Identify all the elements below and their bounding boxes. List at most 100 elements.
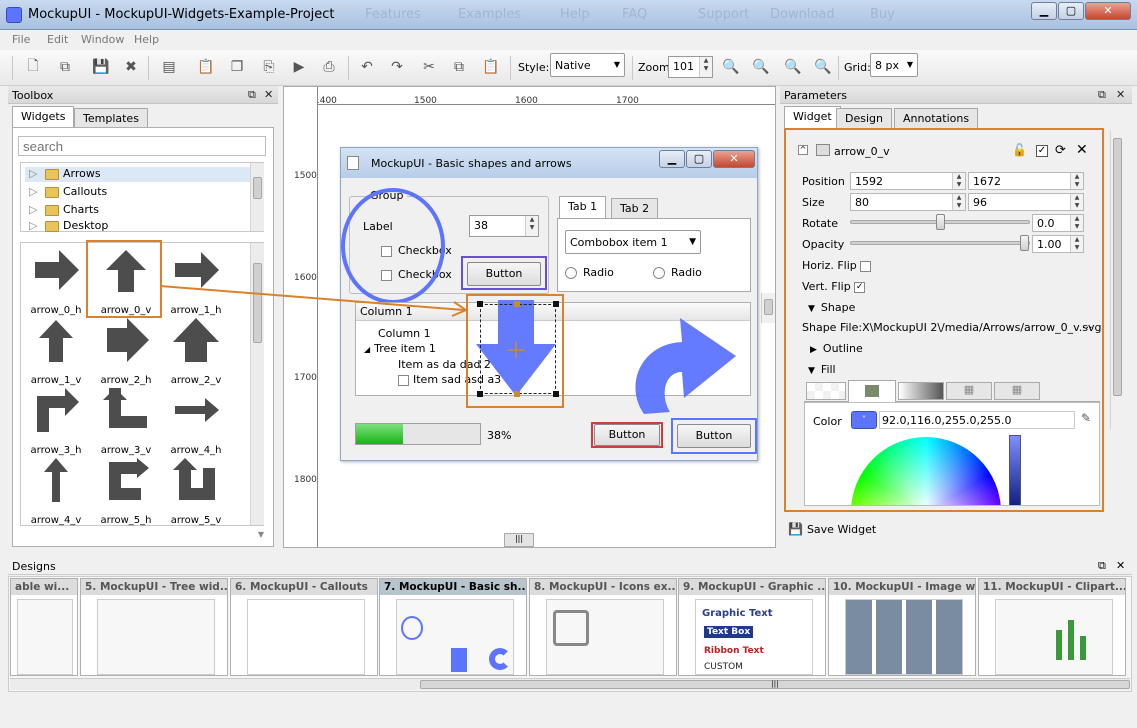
mockup-close-button[interactable]: ✕ <box>713 150 755 168</box>
widget-arrow-3-v[interactable]: arrow_3_v <box>96 388 156 456</box>
spin-arrows-icon[interactable]: ▲ ▼ <box>525 216 538 236</box>
canvas-hscroll-thumb[interactable]: ||| <box>504 533 534 547</box>
menu-help[interactable]: Help <box>134 33 159 46</box>
widget-arrow-2-v[interactable]: arrow_2_v <box>166 318 226 386</box>
print-icon[interactable]: ⎙ <box>318 57 340 77</box>
spin-arrows-icon[interactable]: ▲ ▼ <box>1070 215 1083 231</box>
save-icon[interactable]: 💾 <box>90 57 112 77</box>
mockup-maximize-button[interactable]: ▢ <box>686 150 712 168</box>
save-widget-button[interactable]: 💾 Save Widget <box>788 522 876 536</box>
collapse-icon[interactable]: ^ <box>798 145 808 155</box>
delete-icon[interactable]: ✖ <box>120 57 142 77</box>
copy-design-icon[interactable]: ⧉ <box>54 57 76 77</box>
menu-edit[interactable]: Edit <box>47 33 68 46</box>
widget-arrow-2-h[interactable]: arrow_2_h <box>96 318 156 386</box>
fill-texture-tab[interactable]: ▦ <box>994 382 1040 400</box>
close-panel-icon[interactable]: ✕ <box>1116 88 1125 101</box>
spin-arrows-icon[interactable]: ▲ ▼ <box>1070 194 1083 210</box>
folder-scrollbar[interactable] <box>250 163 264 231</box>
curved-arrow-shape[interactable] <box>620 316 750 426</box>
zoom-fit-icon[interactable]: 🔍 <box>782 57 804 77</box>
eyedropper-icon[interactable]: ✎ <box>1081 411 1091 425</box>
mockup-spinbox[interactable]: 38 ▲ ▼ <box>469 215 539 237</box>
close-window-button[interactable]: ✕ <box>1085 2 1131 20</box>
export-icon[interactable]: ⎘ <box>258 57 280 77</box>
scroll-thumb[interactable] <box>253 177 262 199</box>
mockup-radio-1[interactable]: Radio <box>565 266 614 279</box>
shape-section[interactable]: ▼ Shape <box>808 301 855 314</box>
add-design-icon[interactable]: ▤ <box>158 57 180 77</box>
shape-file-value[interactable]: :X\MockupUI 2\/media/Arrows/arrow_0_v.sv… <box>858 321 1101 334</box>
tab-widgets[interactable]: Widgets <box>12 106 75 128</box>
tab-widget[interactable]: Widget <box>784 106 841 128</box>
tree-column-item[interactable]: Column 1 <box>378 327 431 340</box>
reset-icon[interactable]: ⟳ <box>1055 143 1066 158</box>
duplicate-icon[interactable]: ❐ <box>226 57 248 77</box>
spin-arrows-icon[interactable]: ▲ ▼ <box>952 194 965 210</box>
design-thumb-9[interactable]: 9. MockupUI - Graphic ... Graphic Text T… <box>678 578 826 676</box>
opacity-slider-thumb[interactable] <box>1020 235 1029 251</box>
tree-item-1[interactable]: ◢ Tree item 1 <box>364 342 436 355</box>
fill-solid-tab[interactable] <box>848 380 896 402</box>
tab-design[interactable]: Design <box>836 108 892 128</box>
properties-scrollbar[interactable] <box>1110 130 1124 430</box>
mockup-blue-button[interactable]: Button <box>677 424 751 448</box>
mockup-radio-2[interactable]: Radio <box>653 266 702 279</box>
widget-arrow-4-h[interactable]: arrow_4_h <box>166 388 226 456</box>
menu-file[interactable]: File <box>12 33 30 46</box>
widget-arrow-4-v[interactable]: arrow_4_v <box>26 458 86 526</box>
color-swatch-button[interactable]: ˅ <box>851 411 877 429</box>
design-thumb-5[interactable]: 5. MockupUI - Tree wid... <box>80 578 228 676</box>
design-thumb-10[interactable]: 10. MockupUI - Image wi... <box>828 578 976 676</box>
lock-icon[interactable]: 🔓 <box>1012 143 1027 157</box>
new-file-icon[interactable]: 🗋 <box>22 57 44 77</box>
folder-item-charts[interactable]: ▷ Charts <box>29 203 99 219</box>
spin-arrows-icon[interactable]: ▲ ▼ <box>952 173 965 189</box>
style-combobox[interactable]: Native ▼ <box>550 53 625 77</box>
mockup-minimize-button[interactable]: ▁ <box>659 150 685 168</box>
zoom-out-icon[interactable]: 🔍 <box>750 57 772 77</box>
design-thumb-8[interactable]: 8. MockupUI - Icons ex... <box>529 578 677 676</box>
scroll-thumb[interactable] <box>1113 138 1122 396</box>
canvas-vscroll[interactable] <box>761 293 775 323</box>
spin-arrows-icon[interactable]: ▲ ▼ <box>1070 236 1083 252</box>
zoom-spinbox[interactable]: 101 ▲ ▼ <box>668 56 713 78</box>
scroll-thumb[interactable]: ||| <box>420 680 1130 689</box>
design-thumb-11[interactable]: 11. MockupUI - Clipart... <box>978 578 1126 676</box>
mockup-combobox[interactable]: Combobox item 1 ▼ <box>565 230 701 254</box>
delete-widget-icon[interactable]: ✕ <box>1076 142 1088 158</box>
grid-combobox[interactable]: 8 px ▼ <box>870 53 918 77</box>
tab-annotations[interactable]: Annotations <box>894 108 978 128</box>
folder-item-desktop[interactable]: ▷ Desktop <box>29 219 108 233</box>
zoom-in-icon[interactable]: 🔍 <box>720 57 742 77</box>
paste-icon[interactable]: 📋 <box>480 57 502 77</box>
browse-file-button[interactable]: ... <box>1082 318 1093 331</box>
rotate-slider-thumb[interactable] <box>936 214 945 230</box>
design-thumb-7[interactable]: 7. MockupUI - Basic sh... <box>379 578 527 676</box>
visible-checkbox[interactable]: ✓ <box>1036 145 1048 157</box>
float-panel-icon[interactable]: ⧉ <box>1098 88 1106 102</box>
size-height-field[interactable]: 96 ▲ ▼ <box>968 193 1084 211</box>
redo-icon[interactable]: ↷ <box>386 57 408 77</box>
widget-arrow-3-h[interactable]: arrow_3_h <box>26 388 86 456</box>
color-wheel[interactable] <box>851 437 1001 505</box>
opacity-field[interactable]: 1.00 ▲ ▼ <box>1032 235 1084 253</box>
design-thumb-6[interactable]: 6. MockupUI - Callouts <box>230 578 378 676</box>
design-thumb-4[interactable]: able wi... <box>10 578 78 676</box>
scroll-down-icon[interactable]: ▼ <box>8 530 274 546</box>
color-value-field[interactable]: 92.0,116.0,255.0,255.0 <box>879 411 1075 429</box>
fill-none-tab[interactable] <box>806 382 846 400</box>
vert-flip-control[interactable]: Vert. Flip ✓ <box>802 280 871 293</box>
spin-arrows-icon[interactable]: ▲ ▼ <box>699 57 712 77</box>
position-x-field[interactable]: 1592 ▲ ▼ <box>850 172 966 190</box>
copy-icon[interactable]: ⧉ <box>448 57 470 77</box>
rotate-field[interactable]: 0.0 ▲ ▼ <box>1032 214 1084 232</box>
menu-window[interactable]: Window <box>81 33 124 46</box>
mockup-tab-1[interactable]: Tab 1 <box>559 196 607 218</box>
widget-arrow-5-h[interactable]: arrow_5_h <box>96 458 156 526</box>
mockup-group-button[interactable]: Button <box>467 262 541 286</box>
cut-icon[interactable]: ✂ <box>418 57 440 77</box>
mockup-tab-2[interactable]: Tab 2 <box>611 198 659 218</box>
minimize-button[interactable]: ▁ <box>1031 2 1057 20</box>
scroll-thumb[interactable] <box>764 299 773 315</box>
